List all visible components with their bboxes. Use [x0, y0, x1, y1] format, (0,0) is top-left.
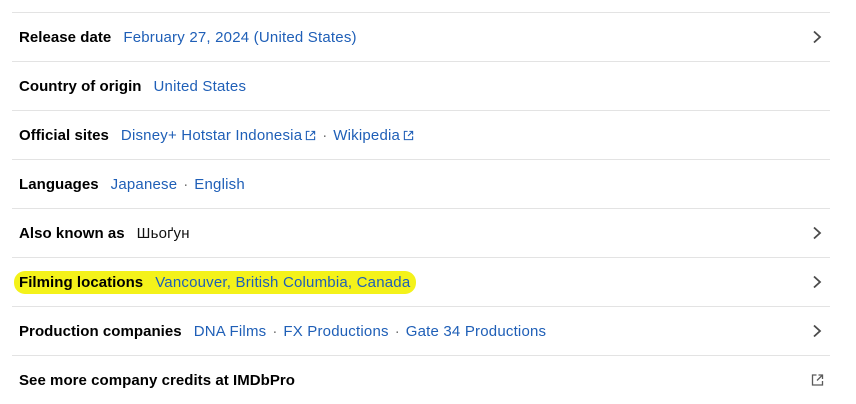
filming-locations-label: Filming locations	[19, 273, 144, 291]
external-link-icon[interactable]	[811, 374, 824, 387]
release-date-link[interactable]: February 27, 2024 (United States)	[123, 29, 356, 46]
external-link-icon	[306, 130, 316, 140]
separator-dot: ·	[394, 322, 400, 340]
details-row-production-companies[interactable]: Production companies DNA Films · FX Prod…	[12, 306, 830, 355]
country-link-united-states[interactable]: United States	[154, 78, 247, 95]
details-row-filming-locations[interactable]: Filming locations Vancouver, British Col…	[12, 257, 830, 306]
official-site-wikipedia-text: Wikipedia	[333, 126, 401, 144]
language-link-english[interactable]: English	[194, 176, 245, 193]
details-row-imdbpro-credits[interactable]: See more company credits at IMDbPro	[12, 355, 830, 404]
chevron-right-icon[interactable]	[812, 275, 822, 289]
separator-dot: ·	[183, 175, 189, 193]
filming-locations-highlight: Filming locations Vancouver, British Col…	[14, 270, 417, 294]
languages-label: Languages	[19, 175, 99, 193]
details-list: Release date February 27, 2024 (United S…	[12, 0, 830, 404]
filming-location-link-vancouver[interactable]: Vancouver, British Columbia, Canada	[155, 274, 410, 291]
details-row-also-known-as[interactable]: Also known as Шьоґун	[12, 208, 830, 257]
release-date-label: Release date	[19, 28, 112, 46]
company-link-gate-34-productions[interactable]: Gate 34 Productions	[406, 323, 547, 340]
official-site-link-wikipedia[interactable]: Wikipedia	[333, 127, 414, 144]
separator-dot: ·	[322, 126, 328, 144]
chevron-right-icon[interactable]	[812, 30, 822, 44]
country-of-origin-label: Country of origin	[19, 77, 142, 95]
details-row-languages: Languages Japanese · English	[12, 159, 830, 208]
also-known-as-value: Шьоґун	[136, 224, 190, 242]
company-link-fx-productions[interactable]: FX Productions	[283, 323, 388, 340]
separator-dot: ·	[272, 322, 278, 340]
details-row-release-date[interactable]: Release date February 27, 2024 (United S…	[12, 12, 830, 61]
official-sites-label: Official sites	[19, 126, 109, 144]
official-site-link-hotstar[interactable]: Disney+ Hotstar Indonesia	[121, 127, 316, 144]
chevron-right-icon[interactable]	[812, 324, 822, 338]
also-known-as-label: Also known as	[19, 224, 125, 242]
official-site-hotstar-text: Disney+ Hotstar Indonesia	[120, 126, 303, 144]
external-link-icon	[403, 130, 414, 140]
production-companies-label: Production companies	[19, 322, 182, 340]
language-link-japanese[interactable]: Japanese	[111, 176, 178, 193]
chevron-right-icon[interactable]	[812, 226, 822, 240]
details-row-official-sites: Official sites Disney+ Hotstar Indonesia…	[12, 110, 830, 159]
details-row-country-of-origin: Country of origin United States	[12, 61, 830, 110]
imdbpro-credits-link[interactable]: See more company credits at IMDbPro	[19, 372, 295, 389]
company-link-dna-films[interactable]: DNA Films	[194, 323, 267, 340]
